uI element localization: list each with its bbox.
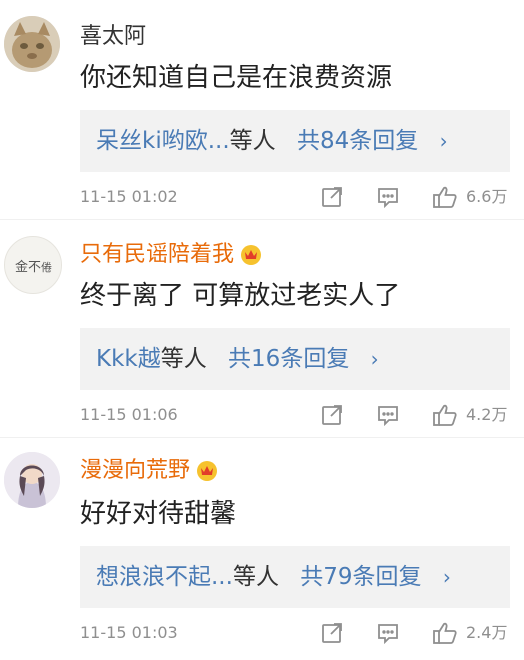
comment-meta: 11-15 01:03 2.4万 [80,621,514,645]
comment-text: 好好对待甜馨 [80,499,237,529]
comment-item: 喜太阿 你还知道自己是在浪费资源 呆丝ki哟欧...等人 共84条回复 › 11… [0,0,524,218]
timestamp: 11-15 01:03 [80,623,178,642]
chevron-right-icon: › [442,565,451,589]
chevron-right-icon: › [439,129,448,153]
comment-item: 漫漫向荒野 好好对待甜馨 想浪浪不起...等人 共79条回复 › 11-15 0… [0,438,524,660]
svg-text:金不: 金不 [15,259,41,275]
comment-icon[interactable] [376,621,400,645]
like-button[interactable]: 6.6万 [432,185,514,209]
reply-suffix: 等人 [232,564,279,590]
username-text[interactable]: 喜太阿 [80,24,146,49]
username-text[interactable]: 只有民谣陪着我 [80,242,234,267]
vip-crown-badge-icon [240,244,262,266]
avatar[interactable]: 金不 倦 [4,236,62,294]
like-count: 4.2万 [466,405,508,424]
chevron-right-icon: › [370,347,379,371]
timestamp: 11-15 01:06 [80,405,178,424]
comment-item: 金不 倦 只有民谣陪着我 终于离了 可算放过老实人了 Kkk越等人 共16条回复… [0,220,524,436]
username-text[interactable]: 漫漫向荒野 [80,458,190,483]
reply-summary[interactable]: 想浪浪不起...等人 共79条回复 › [80,546,510,608]
like-button[interactable]: 4.2万 [432,403,514,427]
reply-users[interactable]: 呆丝ki哟欧... [96,128,230,154]
reply-count[interactable]: 共79条回复 [300,564,421,590]
share-icon[interactable] [320,403,344,427]
svg-text:倦: 倦 [41,260,52,274]
like-count: 6.6万 [466,187,508,206]
comment-meta: 11-15 01:06 4.2万 [80,403,514,427]
reply-count[interactable]: 共16条回复 [228,346,349,372]
vip-crown-badge-icon [196,460,218,482]
username[interactable]: 只有民谣陪着我 [80,240,262,270]
comment-text: 终于离了 可算放过老实人了 [80,281,401,311]
comment-text: 你还知道自己是在浪费资源 [80,63,393,93]
timestamp: 11-15 01:02 [80,187,178,206]
reply-count[interactable]: 共84条回复 [297,128,418,154]
thumbs-up-icon [432,185,458,209]
reply-suffix: 等人 [229,128,276,154]
thumbs-up-icon [432,403,458,427]
share-icon[interactable] [320,621,344,645]
avatar[interactable] [4,16,60,72]
like-button[interactable]: 2.4万 [432,621,514,645]
reply-suffix: 等人 [160,346,207,372]
username[interactable]: 漫漫向荒野 [80,456,218,486]
comment-icon[interactable] [376,403,400,427]
avatar[interactable] [4,452,60,508]
username[interactable]: 喜太阿 [80,22,146,52]
reply-summary[interactable]: Kkk越等人 共16条回复 › [80,328,510,390]
share-icon[interactable] [320,185,344,209]
thumbs-up-icon [432,621,458,645]
like-count: 2.4万 [466,623,508,642]
comment-meta: 11-15 01:02 6.6万 [80,185,514,209]
reply-users[interactable]: 想浪浪不起... [96,564,233,590]
reply-summary[interactable]: 呆丝ki哟欧...等人 共84条回复 › [80,110,510,172]
reply-users[interactable]: Kkk越 [96,346,161,372]
comment-icon[interactable] [376,185,400,209]
